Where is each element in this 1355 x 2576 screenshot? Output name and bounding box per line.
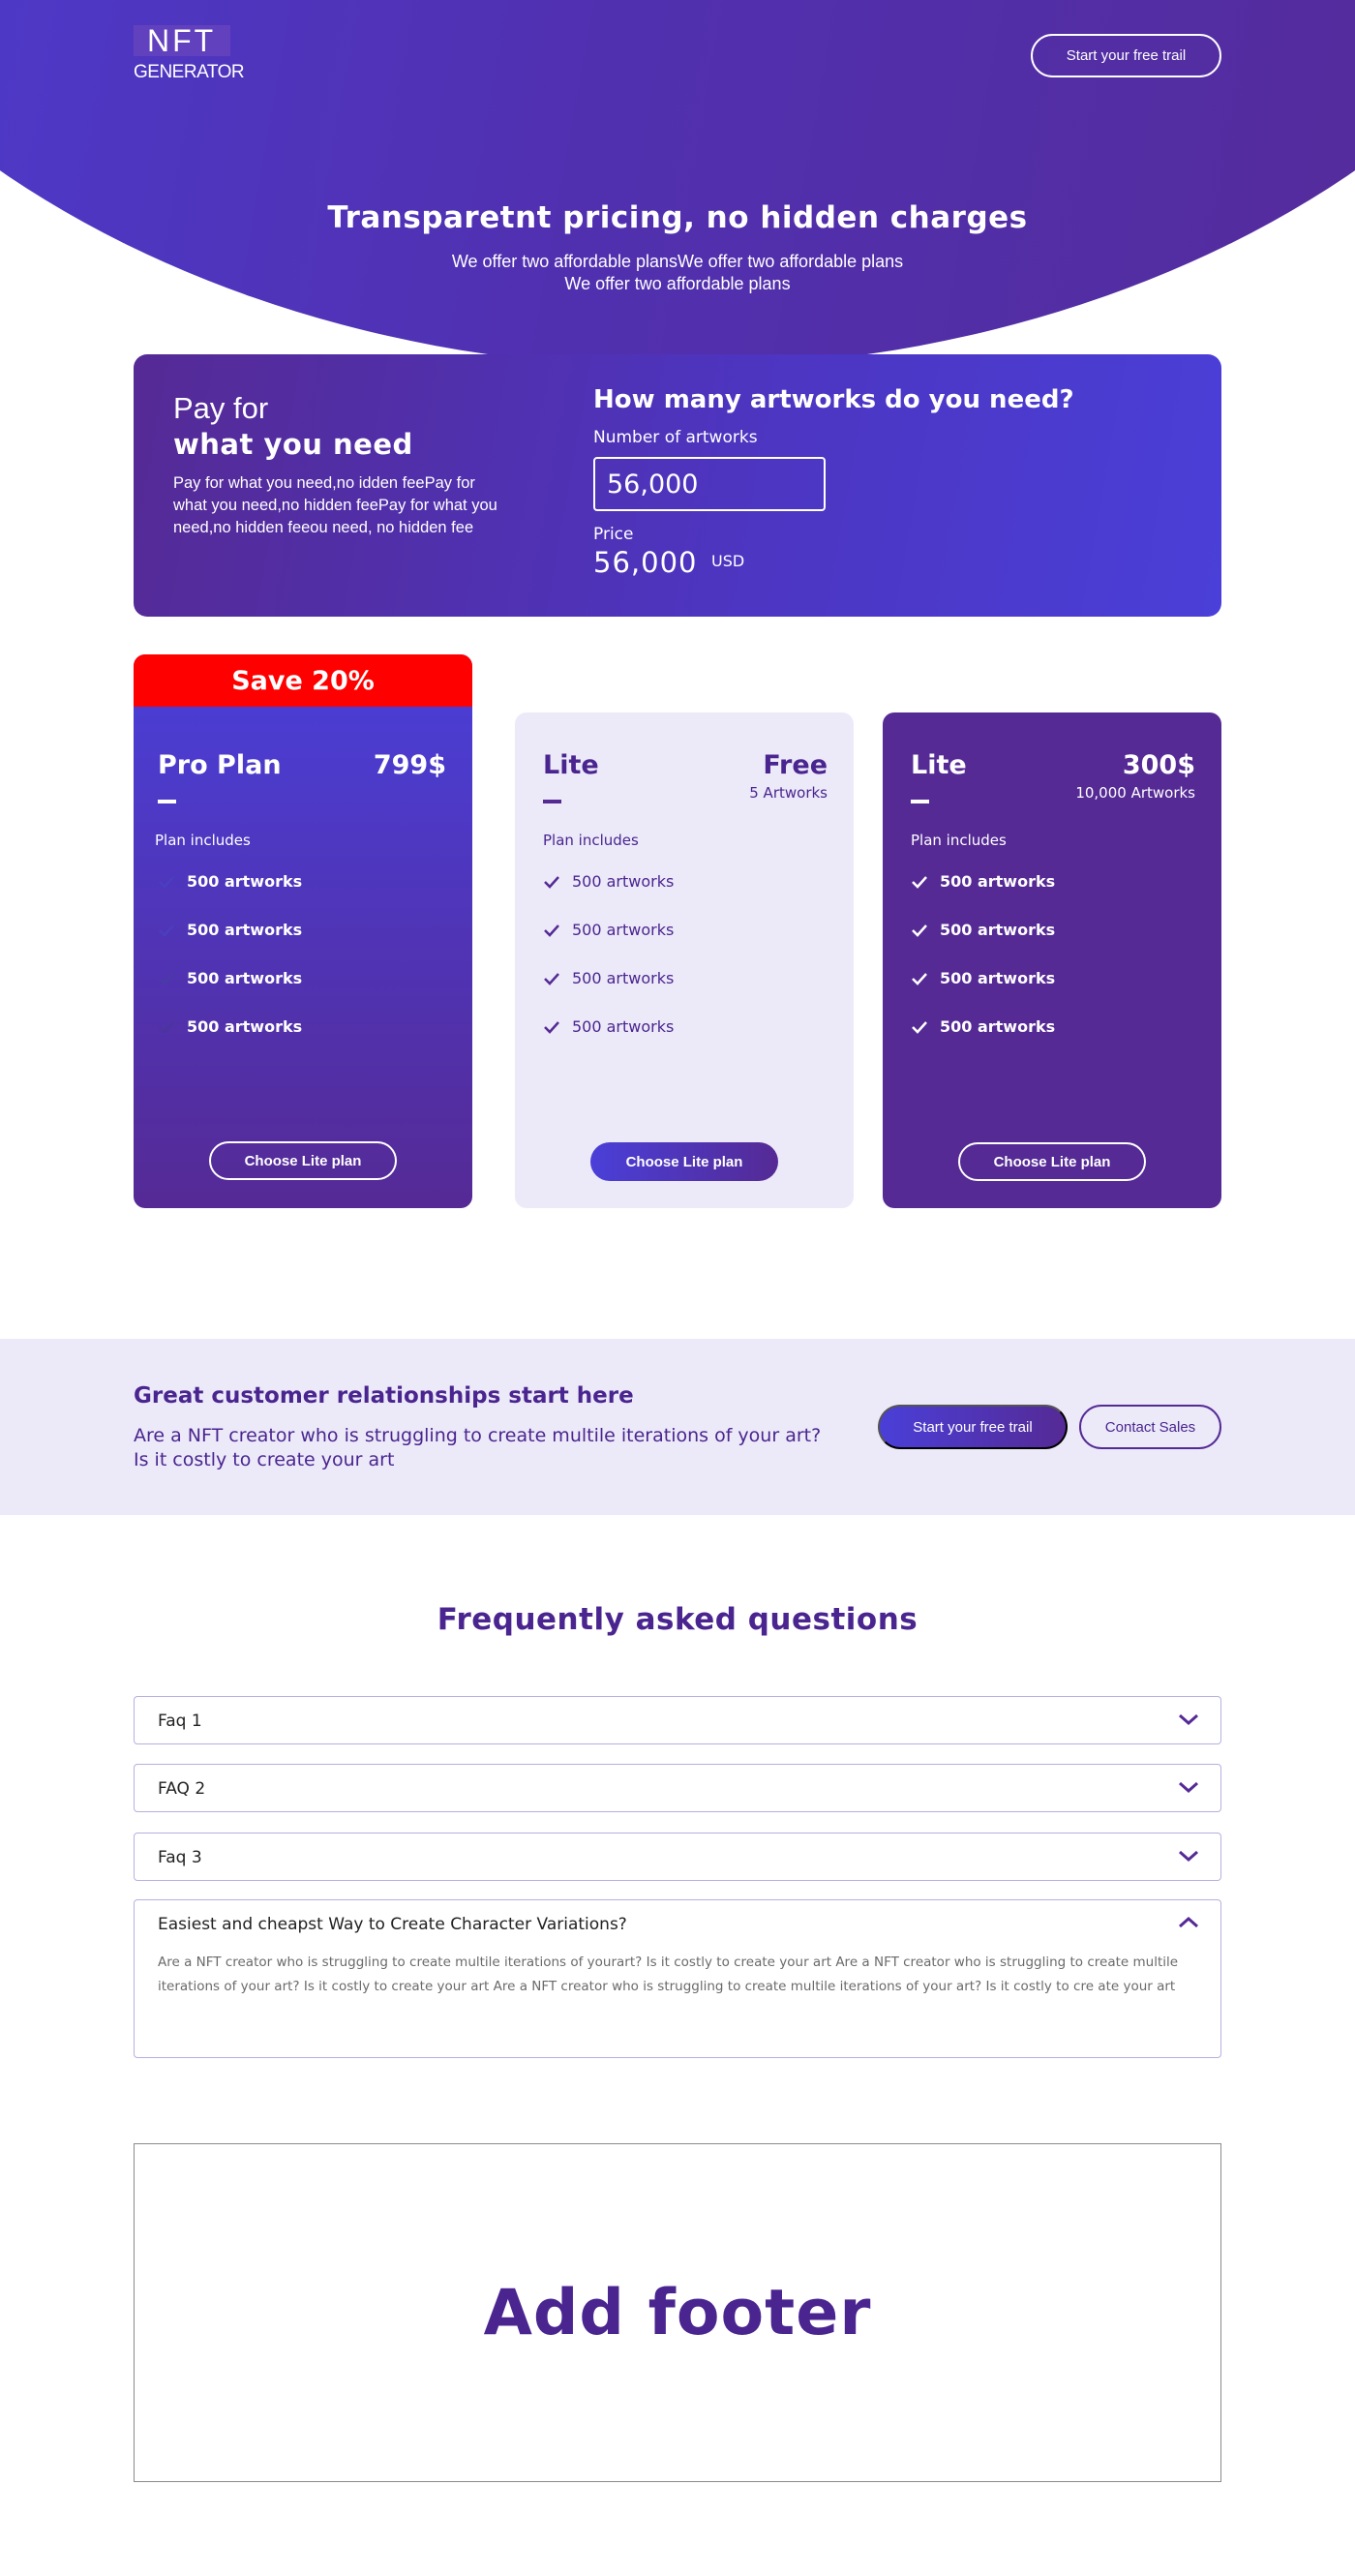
plan-feature-label: 500 artworks	[572, 921, 675, 939]
plan-feature-label: 500 artworks	[187, 921, 303, 939]
check-icon	[158, 923, 181, 938]
plan-includes-label: Plan includes	[911, 832, 1007, 849]
save-badge: Save 20%	[134, 654, 472, 707]
check-icon	[543, 971, 566, 986]
check-icon	[543, 1019, 566, 1035]
plan-card-lite-paid: Lite 300$ 10,000 Artworks Plan includes …	[883, 712, 1221, 1208]
plan-feature-label: 500 artworks	[187, 1017, 303, 1036]
plan-feature-label: 500 artworks	[940, 921, 1056, 939]
plan-feature: 500 artworks	[158, 921, 302, 939]
plan-feature-label: 500 artworks	[940, 969, 1056, 987]
faq-question: FAQ 2	[158, 1779, 206, 1799]
chevron-up-icon[interactable]	[1178, 1915, 1199, 1930]
choose-plan-button[interactable]: Choose Lite plan	[590, 1142, 778, 1181]
choose-plan-button[interactable]: Choose Lite plan	[209, 1141, 397, 1180]
artwork-calculator: Pay for what you need Pay for what you n…	[134, 354, 1221, 617]
plan-feature-label: 500 artworks	[572, 872, 675, 891]
faq-item[interactable]: Faq 1	[134, 1696, 1221, 1744]
plan-price: 799$	[373, 750, 446, 780]
plan-feature: 500 artworks	[543, 921, 674, 939]
plan-price: Free	[763, 750, 828, 780]
check-icon	[911, 874, 934, 890]
hero-subtitle-line-2: We offer two affordable plans	[564, 274, 791, 293]
logo-nft-text: NFT	[147, 23, 217, 58]
logo-generator-text: GENERATOR	[134, 62, 245, 82]
faq-item[interactable]: FAQ 2	[134, 1764, 1221, 1812]
plan-includes-label: Plan includes	[155, 832, 251, 849]
logo[interactable]: NFT GENERATOR	[134, 23, 269, 85]
artwork-count-label: Number of artworks	[593, 428, 758, 447]
hero-title: Transparetnt pricing, no hidden charges	[327, 200, 1028, 235]
cta-text: Are a NFT creator who is struggling to c…	[134, 1425, 822, 1470]
plan-feature: 500 artworks	[543, 872, 674, 891]
hero-subtitle-line-1: We offer two affordable plansWe offer tw…	[451, 252, 904, 271]
plan-name: Pro Plan	[158, 750, 282, 780]
plan-feature-label: 500 artworks	[940, 1017, 1056, 1036]
plan-feature-label: 500 artworks	[940, 872, 1056, 891]
check-icon	[158, 874, 181, 890]
price-currency: USD	[711, 552, 745, 570]
plan-feature-label: 500 artworks	[572, 969, 675, 987]
plan-card-pro: Save 20% Pro Plan 799$ Plan includes 500…	[134, 654, 472, 1208]
plan-card-lite-free: Lite Free 5 Artworks Plan includes 500 a…	[515, 712, 854, 1208]
faq-item[interactable]: Faq 3	[134, 1833, 1221, 1881]
price-value: 56,000	[593, 546, 698, 579]
check-icon	[911, 971, 934, 986]
plan-feature: 500 artworks	[158, 969, 302, 987]
plan-divider	[158, 800, 176, 803]
plan-artworks-count: 5 Artworks	[749, 784, 828, 802]
plan-feature: 500 artworks	[543, 1017, 674, 1036]
plan-feature: 500 artworks	[911, 1017, 1055, 1036]
contact-sales-button[interactable]: Contact Sales	[1079, 1405, 1221, 1449]
footer-placeholder: Add footer	[134, 2143, 1221, 2482]
plan-includes-label: Plan includes	[543, 832, 639, 849]
check-icon	[158, 1019, 181, 1035]
check-icon	[543, 923, 566, 938]
artwork-count-input[interactable]	[593, 457, 826, 511]
cta-band: Great customer relationships start here …	[0, 1339, 1355, 1515]
header-start-trial-button[interactable]: Start your free trail	[1031, 34, 1221, 77]
chevron-down-icon[interactable]	[1178, 1848, 1199, 1864]
plan-name: Lite	[911, 750, 967, 780]
check-icon	[911, 1019, 934, 1035]
cta-title: Great customer relationships start here	[134, 1383, 634, 1409]
plan-feature: 500 artworks	[911, 921, 1055, 939]
calc-question: How many artworks do you need?	[593, 385, 1074, 414]
plan-divider	[543, 800, 561, 803]
chevron-down-icon[interactable]	[1178, 1779, 1199, 1795]
calc-pay-for-heading: Pay for	[173, 391, 269, 425]
plan-artworks-count: 10,000 Artworks	[1075, 784, 1195, 802]
faq-answer: Are a NFT creator who is struggling to c…	[158, 1955, 1179, 1994]
plan-feature: 500 artworks	[543, 969, 674, 987]
plan-price: 300$	[1122, 750, 1195, 780]
faq-question: Easiest and cheapst Way to Create Charac…	[158, 1915, 627, 1934]
plan-feature: 500 artworks	[158, 1017, 302, 1036]
plan-divider	[911, 800, 929, 803]
check-icon	[543, 874, 566, 890]
plan-feature-label: 500 artworks	[187, 969, 303, 987]
price-label: Price	[593, 525, 634, 544]
check-icon	[911, 923, 934, 938]
check-icon	[158, 971, 181, 986]
footer-placeholder-text: Add footer	[483, 2276, 872, 2349]
faq-question: Faq 1	[158, 1712, 202, 1731]
faq-item-expanded[interactable]: Easiest and cheapst Way to Create Charac…	[134, 1899, 1221, 2058]
hero-subtitle: We offer two affordable plansWe offer tw…	[0, 251, 1355, 295]
calc-description: Pay for what you need,no idden feePay fo…	[173, 474, 497, 536]
faq-question: Faq 3	[158, 1848, 202, 1867]
cta-start-trial-button[interactable]: Start your free trail	[878, 1405, 1068, 1449]
faq-title: Frequently asked questions	[437, 1602, 918, 1637]
plan-feature-label: 500 artworks	[187, 872, 303, 891]
plan-feature: 500 artworks	[158, 872, 302, 891]
calc-what-you-need-heading: what you need	[173, 428, 413, 461]
plan-feature: 500 artworks	[911, 872, 1055, 891]
plan-feature-label: 500 artworks	[572, 1017, 675, 1036]
plan-feature: 500 artworks	[911, 969, 1055, 987]
choose-plan-button[interactable]: Choose Lite plan	[958, 1142, 1146, 1181]
plan-name: Lite	[543, 750, 599, 780]
chevron-down-icon[interactable]	[1178, 1712, 1199, 1727]
